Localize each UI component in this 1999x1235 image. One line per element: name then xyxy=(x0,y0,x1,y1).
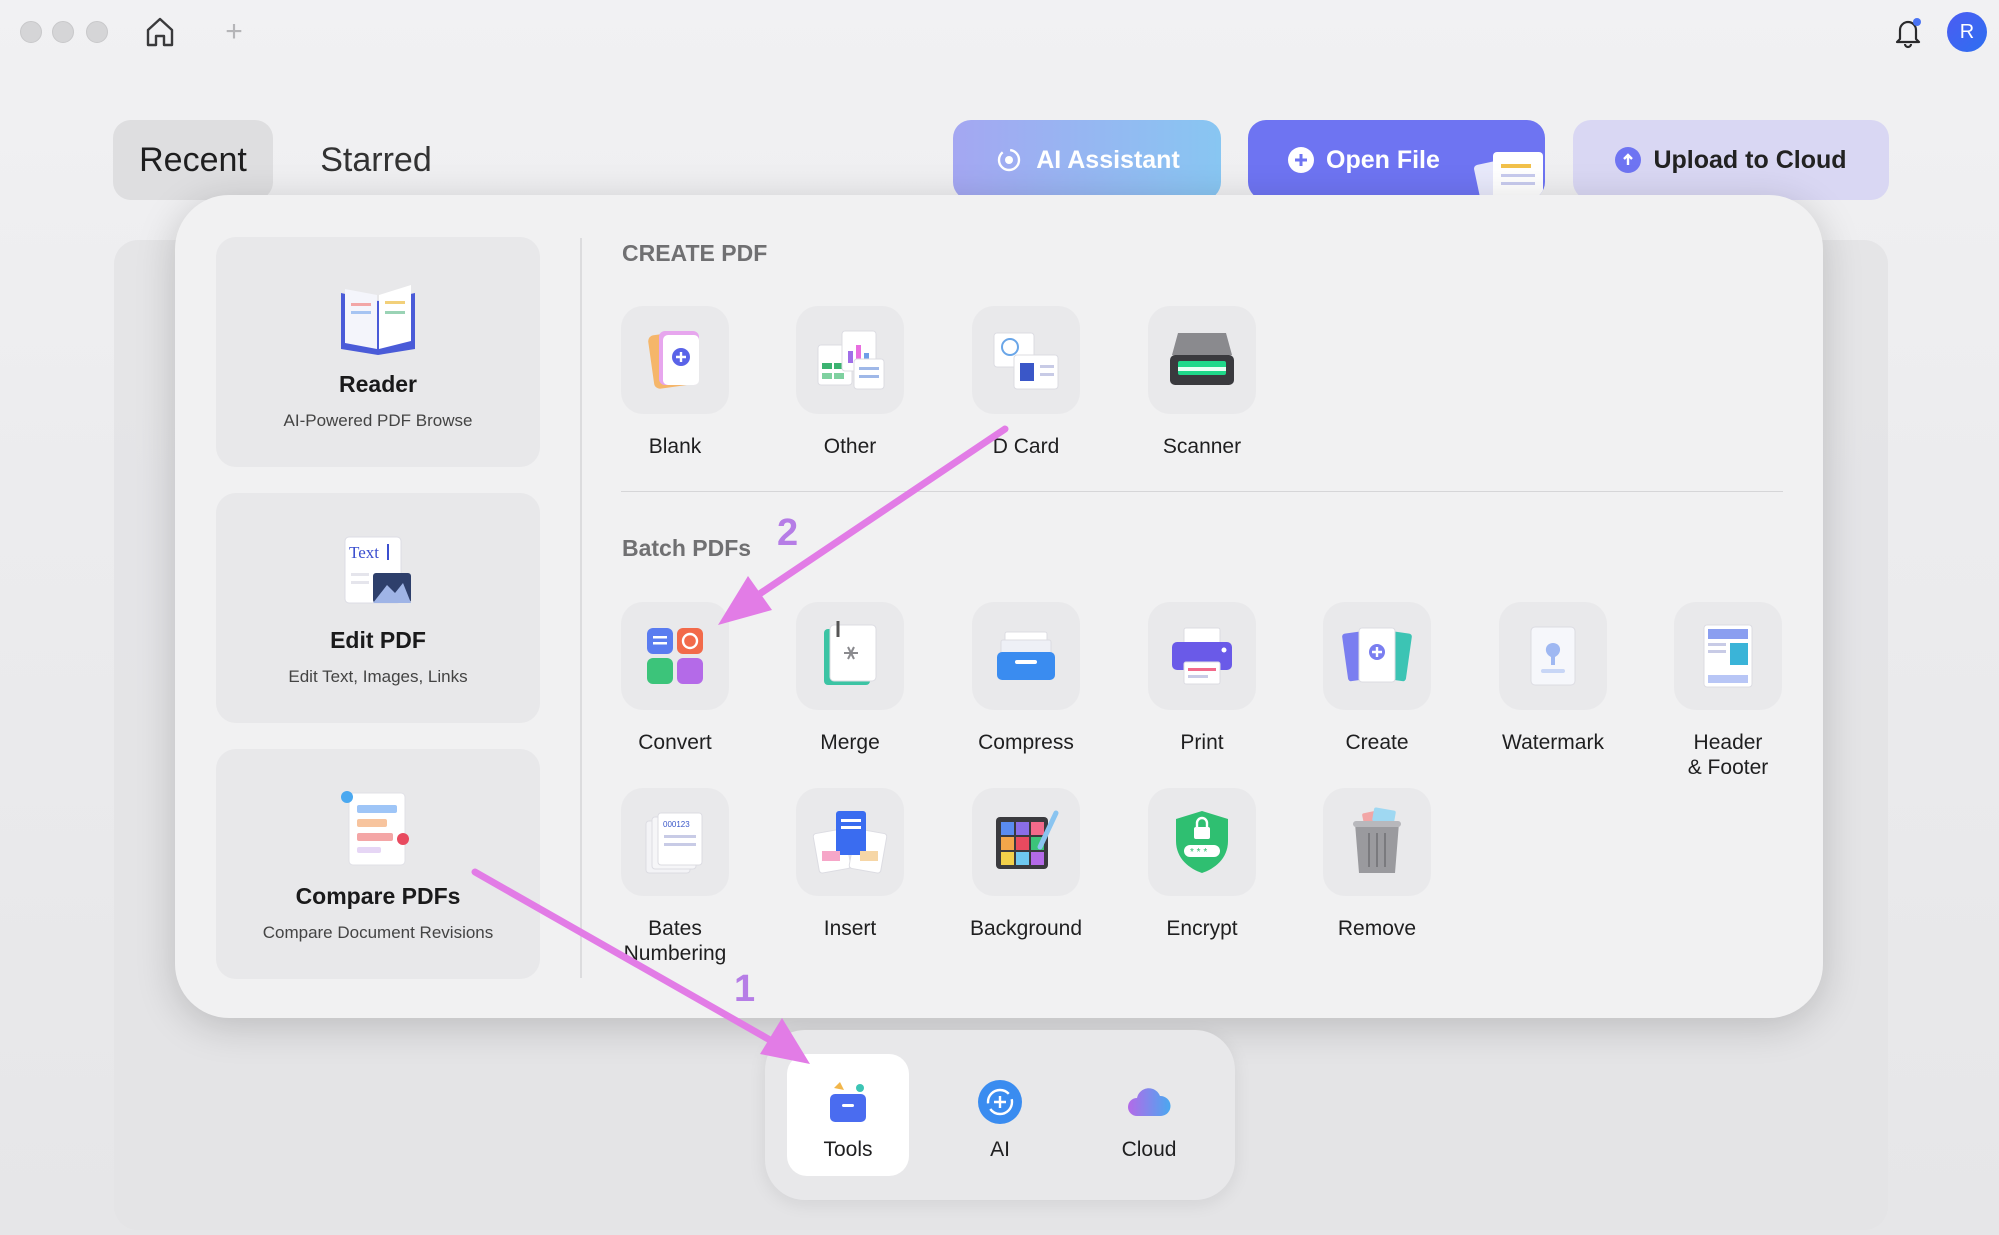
reader-title: Reader xyxy=(339,371,417,397)
compare-icon xyxy=(341,791,409,866)
bottom-dock: Tools AI Cloud xyxy=(765,1030,1235,1200)
ai-orb-icon xyxy=(978,1080,1022,1124)
ai-assistant-icon xyxy=(998,148,1021,172)
trash-bin-icon xyxy=(1353,807,1401,873)
merge-icon xyxy=(824,621,877,685)
other-tool[interactable]: Other xyxy=(780,306,920,459)
upload-to-cloud-button[interactable]: Upload to Cloud xyxy=(1573,120,1889,200)
header-footer-icon xyxy=(1703,624,1753,688)
book-icon xyxy=(341,285,415,355)
user-avatar[interactable]: R xyxy=(1947,12,1987,52)
tab-starred[interactable]: Starred xyxy=(300,120,452,200)
open-file-button[interactable]: Open File xyxy=(1248,120,1545,200)
toolbox-icon xyxy=(830,1082,866,1122)
plus-circle-icon xyxy=(1288,147,1314,173)
create-tool[interactable]: Create xyxy=(1307,602,1447,755)
create-label: Create xyxy=(1345,731,1409,754)
compare-pdfs-title: Compare PDFs xyxy=(295,883,461,909)
edit-text-icon: Text xyxy=(344,536,411,604)
dock-tools-button[interactable]: Tools xyxy=(787,1054,909,1176)
batch-pdfs-heading: Batch PDFs xyxy=(622,535,752,561)
insert-label: Insert xyxy=(823,917,877,940)
compress-icon xyxy=(997,631,1055,680)
id-card-label: D Card xyxy=(992,435,1060,458)
compress-label: Compress xyxy=(978,731,1074,754)
close-window-button[interactable] xyxy=(20,21,42,43)
remove-label: Remove xyxy=(1337,917,1417,940)
id-card-icon xyxy=(993,332,1059,390)
dock-cloud-label: Cloud xyxy=(1121,1138,1177,1161)
bates-numbering-tool[interactable]: 000123 Bates Numbering xyxy=(605,788,745,966)
new-tab-plus-icon[interactable]: + xyxy=(216,14,252,50)
ai-assistant-button[interactable]: AI Assistant xyxy=(953,120,1221,200)
convert-label: Convert xyxy=(638,731,712,754)
dock-cloud-button[interactable]: Cloud xyxy=(1088,1054,1210,1176)
blank-tool[interactable]: Blank xyxy=(605,306,745,459)
convert-icon xyxy=(647,628,703,684)
watermark-label: Watermark xyxy=(1502,731,1604,754)
create-pdf-heading: CREATE PDF xyxy=(622,240,768,266)
blank-page-icon xyxy=(648,331,699,389)
create-pdf-icon xyxy=(1342,627,1412,683)
edit-pdf-card[interactable]: Text Edit PDF Edit Text, Images, Links xyxy=(216,493,540,723)
blank-label: Blank xyxy=(648,435,702,458)
dock-ai-label: AI xyxy=(990,1138,1010,1161)
ai-assistant-label: AI Assistant xyxy=(1036,145,1180,174)
edit-pdf-title: Edit PDF xyxy=(330,627,426,653)
bates-number-text: 000123 xyxy=(663,820,690,829)
bell-icon[interactable] xyxy=(1888,12,1928,52)
print-label: Print xyxy=(1180,731,1224,754)
scanner-tool[interactable]: Scanner xyxy=(1132,306,1272,459)
panel-divider xyxy=(580,238,582,978)
background-tool[interactable]: Background xyxy=(956,788,1096,941)
scanner-label: Scanner xyxy=(1162,435,1242,458)
minimize-window-button[interactable] xyxy=(52,21,74,43)
zoom-window-button[interactable] xyxy=(86,21,108,43)
section-divider xyxy=(621,491,1783,492)
compress-tool[interactable]: Compress xyxy=(956,602,1096,755)
background-label: Background xyxy=(969,917,1083,940)
encrypt-label: Encrypt xyxy=(1166,917,1238,940)
cloud-icon xyxy=(1128,1088,1171,1116)
edit-pdf-subtitle: Edit Text, Images, Links xyxy=(288,667,468,686)
upload-to-cloud-label: Upload to Cloud xyxy=(1653,145,1847,174)
insert-tool[interactable]: Insert xyxy=(780,788,920,941)
tab-recent[interactable]: Recent xyxy=(113,120,273,200)
printer-icon xyxy=(1172,627,1232,685)
color-palette-icon xyxy=(996,810,1059,869)
watermark-tool[interactable]: Watermark xyxy=(1483,602,1623,755)
title-bar: + R xyxy=(0,0,1999,64)
watermark-icon xyxy=(1530,626,1576,686)
other-label: Other xyxy=(823,435,877,458)
svg-text:* * *: * * * xyxy=(1190,847,1207,858)
encrypt-tool[interactable]: * * * Encrypt xyxy=(1132,788,1272,941)
compare-pdfs-subtitle: Compare Document Revisions xyxy=(262,923,494,942)
print-tool[interactable]: Print xyxy=(1132,602,1272,755)
merge-label: Merge xyxy=(820,731,880,754)
document-stack-icon xyxy=(1474,152,1543,200)
convert-tool[interactable]: Convert xyxy=(605,602,745,755)
reader-subtitle: AI-Powered PDF Browse xyxy=(283,411,473,430)
bates-numbering-label: Bates Numbering xyxy=(623,917,727,965)
header-footer-label: Header & Footer xyxy=(1687,731,1769,779)
id-card-tool[interactable]: D Card xyxy=(956,306,1096,459)
compare-pdfs-card[interactable]: Compare PDFs Compare Document Revisions xyxy=(216,749,540,979)
shield-lock-icon: * * * xyxy=(1176,811,1228,873)
remove-tool[interactable]: Remove xyxy=(1307,788,1447,941)
upload-arrow-icon xyxy=(1615,147,1642,173)
reader-card[interactable]: Reader AI-Powered PDF Browse xyxy=(216,237,540,467)
dock-ai-button[interactable]: AI xyxy=(939,1054,1061,1176)
open-file-label: Open File xyxy=(1326,145,1440,174)
home-icon[interactable] xyxy=(140,12,180,52)
insert-pages-icon xyxy=(812,811,888,874)
bates-numbering-icon: 000123 xyxy=(645,812,703,874)
edit-icon-text: Text xyxy=(349,543,379,562)
merge-tool[interactable]: Merge xyxy=(780,602,920,755)
scanner-icon xyxy=(1170,333,1234,385)
other-formats-icon xyxy=(817,330,885,390)
step-number-1: 1 xyxy=(734,968,756,1010)
dock-tools-label: Tools xyxy=(823,1138,873,1161)
header-footer-tool[interactable]: Header & Footer xyxy=(1658,602,1798,780)
step-number-2: 2 xyxy=(777,512,799,554)
